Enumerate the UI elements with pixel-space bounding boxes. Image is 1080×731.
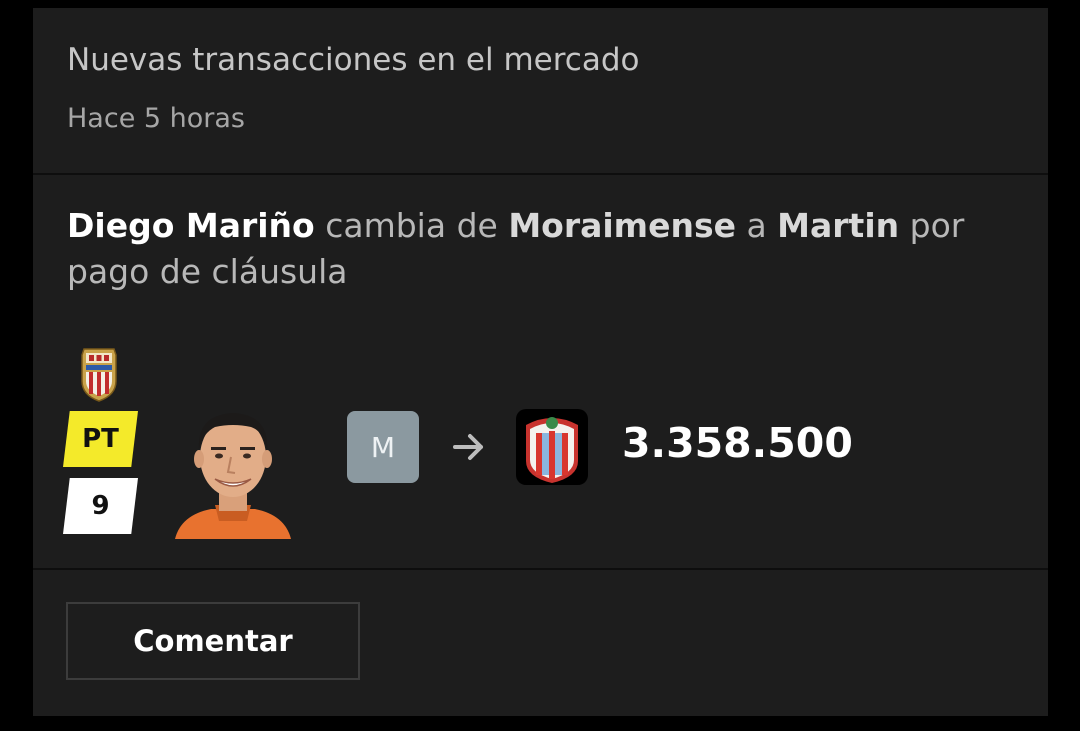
notification-time: Hace 5 horas [67, 103, 245, 134]
arrow-right-icon [453, 434, 483, 460]
headline-text: cambia de [314, 206, 509, 245]
transfer-headline: Diego Mariño cambia de Moraimense a Mart… [67, 203, 1007, 295]
from-team-name[interactable]: Moraimense [508, 206, 736, 245]
points-badge: 9 [63, 478, 138, 534]
to-team-name[interactable]: Martin [777, 206, 899, 245]
notification-title: Nuevas transacciones en el mercado [67, 42, 640, 78]
from-team-badge[interactable]: M [347, 411, 419, 483]
player-name[interactable]: Diego Mariño [67, 206, 315, 245]
transfer-content: Diego Mariño cambia de Moraimense a Mart… [33, 175, 1048, 570]
card-header: Nuevas transacciones en el mercado Hace … [33, 8, 1048, 175]
almeria-crest-icon [81, 348, 117, 402]
player-avatar[interactable] [171, 397, 295, 539]
headline-text: a [735, 206, 778, 245]
card-footer: Comentar [33, 570, 1048, 716]
comment-button[interactable]: Comentar [66, 602, 360, 680]
transfer-price: 3.358.500 [622, 419, 853, 467]
market-transaction-card: Nuevas transacciones en el mercado Hace … [33, 8, 1048, 716]
club-crest-icon[interactable] [516, 409, 588, 485]
position-badge: PT [63, 411, 138, 467]
